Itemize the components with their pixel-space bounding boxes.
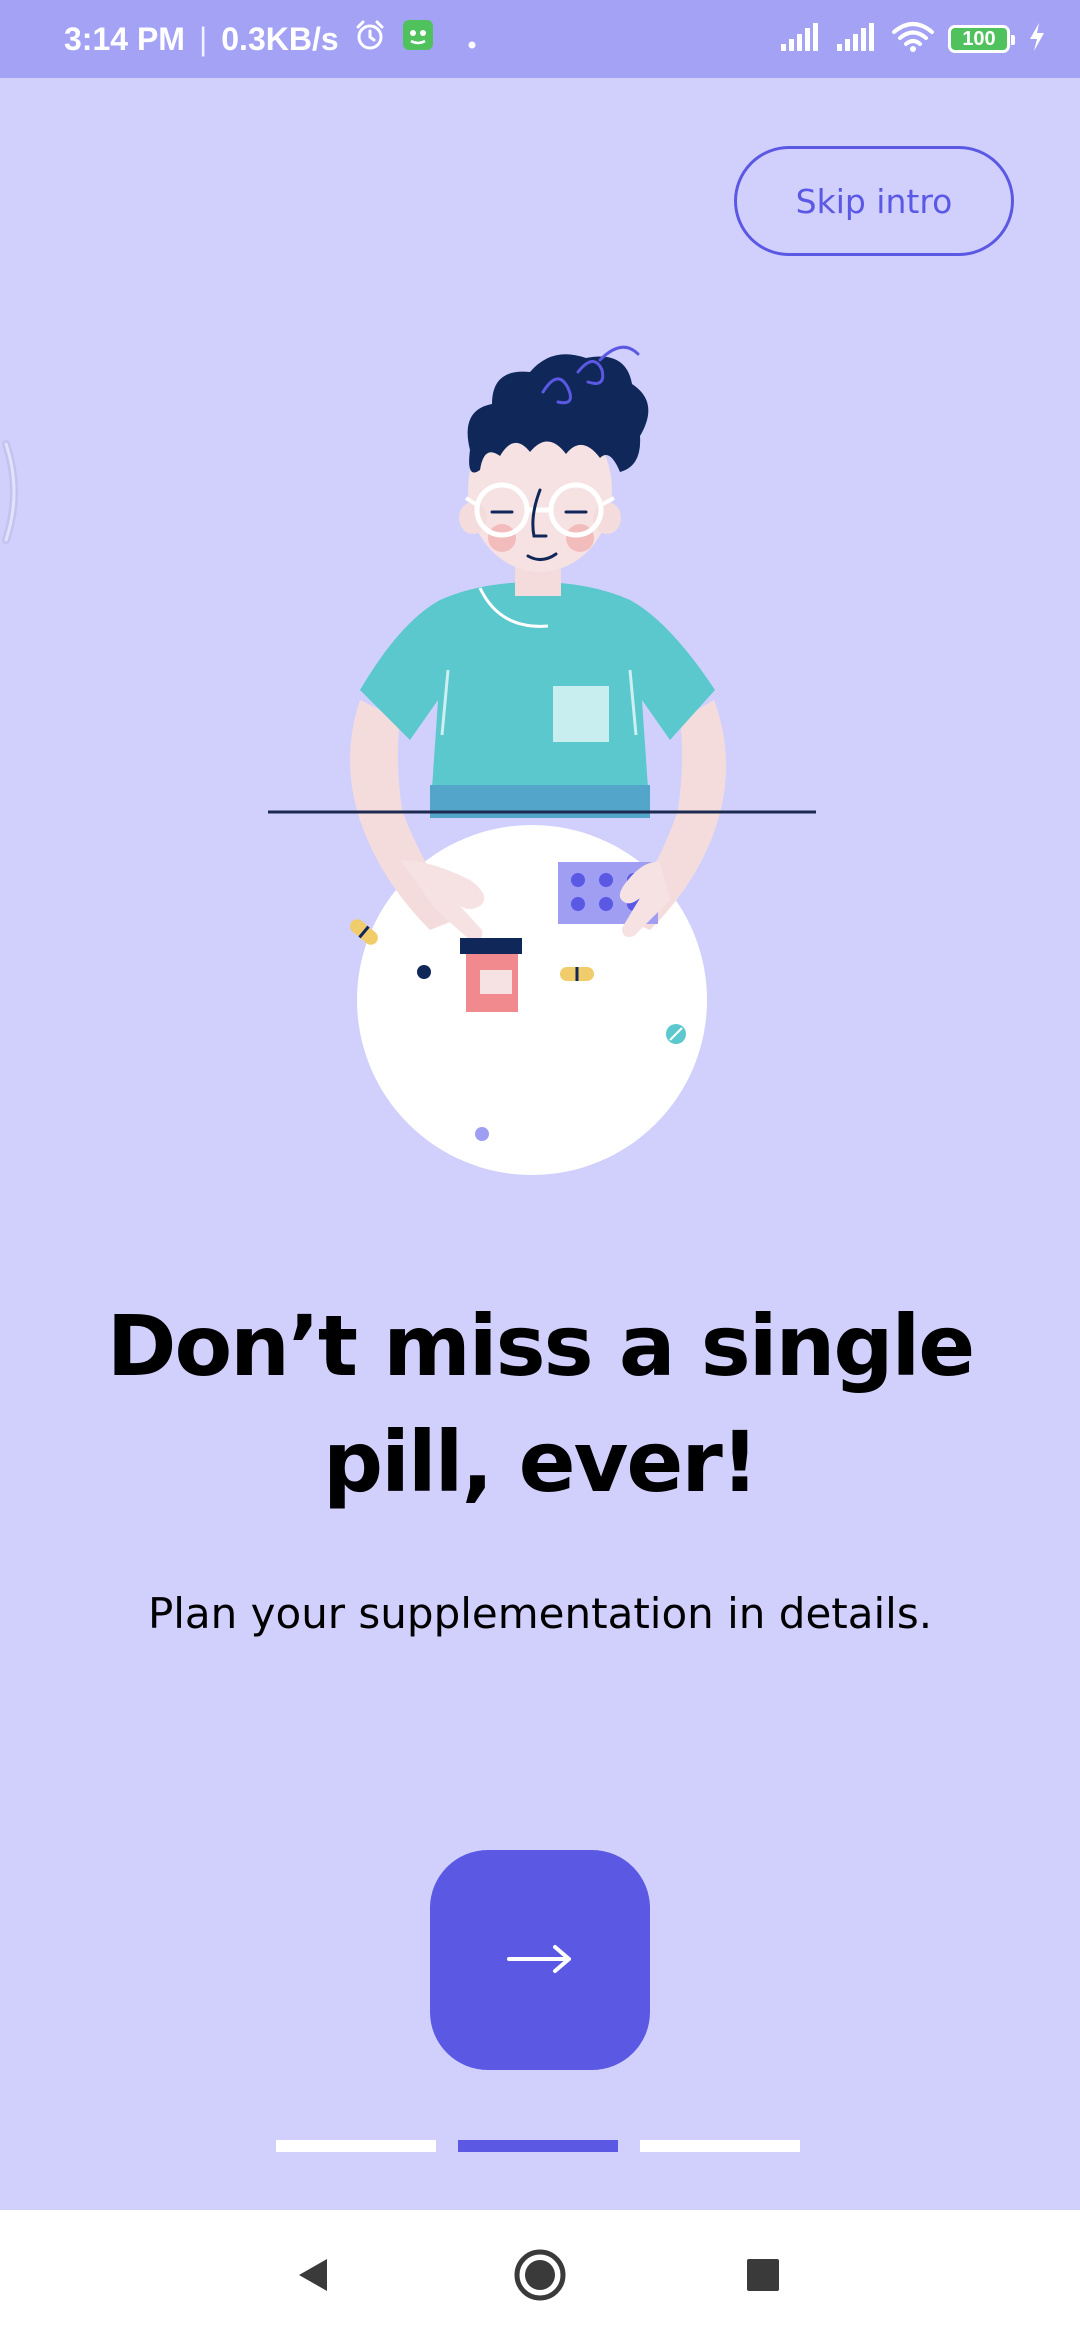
status-left: 3:14 PM | 0.3KB/s <box>64 0 477 78</box>
charging-icon <box>1028 22 1046 56</box>
home-button[interactable] <box>495 2232 585 2322</box>
signal-icon <box>836 22 878 56</box>
onboarding-subtitle: Plan your supplementation in details. <box>147 1589 933 1638</box>
back-button[interactable] <box>268 2232 358 2322</box>
page-indicator-step-3 <box>640 2140 800 2152</box>
recents-icon <box>745 2257 781 2297</box>
next-button[interactable] <box>430 1850 650 2070</box>
status-right: 100 <box>780 0 1046 78</box>
edge-swipe-handle[interactable] <box>0 440 26 544</box>
page-indicator-step-2 <box>458 2140 618 2152</box>
status-bar: 3:14 PM | 0.3KB/s 100 <box>0 0 1080 78</box>
page-indicator-step-1 <box>276 2140 436 2152</box>
status-separator: | <box>198 20 208 57</box>
recents-button[interactable] <box>718 2232 808 2322</box>
navigation-bar <box>0 2210 1080 2340</box>
dot-icon <box>467 21 477 58</box>
battery-level: 100 <box>962 27 996 50</box>
skip-intro-button[interactable]: Skip intro <box>734 146 1014 256</box>
arrow-right-icon <box>505 1939 575 1982</box>
wifi-icon <box>892 21 934 57</box>
onboarding-headline: Don’t miss a single pill, ever! <box>106 1297 976 1511</box>
network-speed: 0.3KB/s <box>221 20 339 57</box>
battery-icon: 100 <box>948 25 1015 53</box>
page-indicator <box>276 2140 800 2152</box>
alarm-icon <box>353 18 387 60</box>
signal-icon <box>780 22 822 56</box>
status-time: 3:14 PM <box>64 20 185 57</box>
person-with-pills-illustration <box>230 340 850 1200</box>
home-icon <box>513 2248 567 2306</box>
back-icon <box>293 2255 333 2299</box>
app-notification-icon <box>401 18 435 60</box>
